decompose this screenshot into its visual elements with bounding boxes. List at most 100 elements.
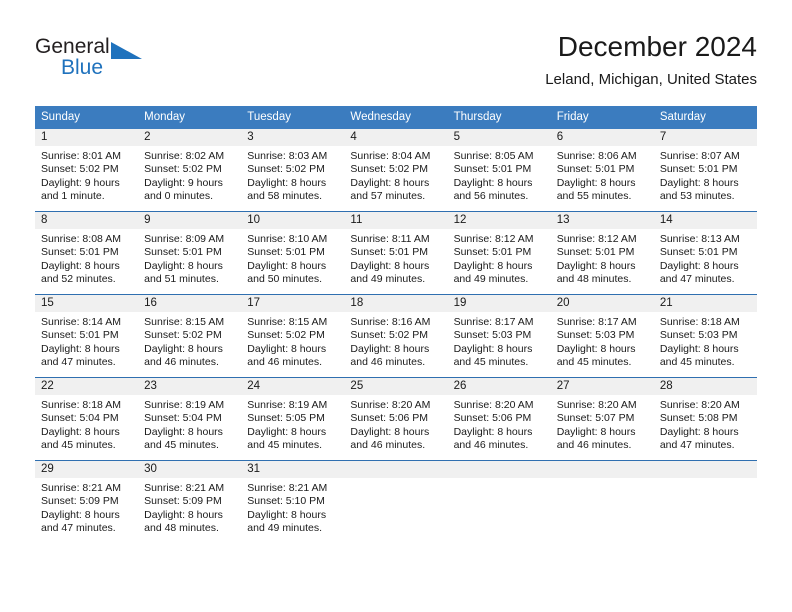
day-cell[interactable]: 16 Sunrise: 8:15 AM Sunset: 5:02 PM Dayligh… xyxy=(138,294,242,378)
sunset-text: Sunset: 5:01 PM xyxy=(453,246,532,259)
day-number: 22 xyxy=(35,378,139,395)
day-cell[interactable]: 14 Sunrise: 8:13 AM Sunset: 5:01 PM Dayligh… xyxy=(653,211,757,295)
daylight-text-line2: and 53 minutes. xyxy=(659,189,735,202)
day-details: Sunrise: 8:20 AM Sunset: 5:06 PM Daylight:… xyxy=(344,395,447,452)
day-cell[interactable]: 13 Sunrise: 8:12 AM Sunset: 5:01 PM Dayligh… xyxy=(550,211,654,295)
sunset-text: Sunset: 5:02 PM xyxy=(350,163,429,176)
daylight-text-line1: Daylight: 8 hours xyxy=(453,259,533,272)
calendar-week-row: 15 Sunrise: 8:14 AM Sunset: 5:01 PM Dayligh… xyxy=(35,294,757,378)
daylight-text-line1: Daylight: 8 hours xyxy=(453,342,533,355)
daylight-text-line1: Daylight: 8 hours xyxy=(144,508,223,521)
sunset-text: Sunset: 5:01 PM xyxy=(659,163,738,176)
weekday-header-sunday: Sunday xyxy=(35,106,139,129)
daylight-text-line2: and 47 minutes. xyxy=(41,521,116,534)
day-cell[interactable]: 1 Sunrise: 8:01 AM Sunset: 5:02 PM Daylight… xyxy=(35,129,139,212)
sunrise-text: Sunrise: 8:16 AM xyxy=(350,316,431,328)
day-cell[interactable]: 5 Sunrise: 8:05 AM Sunset: 5:01 PM Daylight… xyxy=(447,129,551,212)
day-cell[interactable]: 9 Sunrise: 8:09 AM Sunset: 5:01 PM Daylight… xyxy=(138,211,242,295)
day-cell[interactable]: 31 Sunrise: 8:21 AM Sunset: 5:10 PM Dayligh… xyxy=(241,460,345,543)
day-cell-empty xyxy=(344,460,448,543)
day-number: 3 xyxy=(241,129,345,146)
day-cell[interactable]: 10 Sunrise: 8:10 AM Sunset: 5:01 PM Dayligh… xyxy=(241,211,345,295)
day-cell[interactable]: 11 Sunrise: 8:11 AM Sunset: 5:01 PM Dayligh… xyxy=(344,211,448,295)
day-number: 13 xyxy=(550,212,654,229)
sunrise-text: Sunrise: 8:04 AM xyxy=(350,150,431,162)
day-number: 24 xyxy=(241,378,345,395)
day-cell-inner: 28 Sunrise: 8:20 AM Sunset: 5:08 PM Dayligh… xyxy=(653,378,757,460)
sunset-text: Sunset: 5:02 PM xyxy=(247,163,325,176)
weekday-header-friday: Friday xyxy=(550,106,654,129)
day-cell[interactable]: 20 Sunrise: 8:17 AM Sunset: 5:03 PM Dayligh… xyxy=(550,294,654,378)
day-cell-inner: 24 Sunrise: 8:19 AM Sunset: 5:05 PM Dayligh… xyxy=(241,378,345,460)
sunset-text: Sunset: 5:01 PM xyxy=(41,329,119,342)
brand-logo[interactable]: General Blue xyxy=(35,35,155,83)
day-cell[interactable]: 23 Sunrise: 8:19 AM Sunset: 5:04 PM Dayligh… xyxy=(138,377,242,461)
sunset-text: Sunset: 5:08 PM xyxy=(659,412,738,425)
sunrise-text: Sunrise: 8:19 AM xyxy=(144,399,225,411)
day-details: Sunrise: 8:07 AM Sunset: 5:01 PM Daylight:… xyxy=(654,146,757,203)
daylight-text-line1: Daylight: 8 hours xyxy=(453,425,533,438)
daylight-text-line1: Daylight: 8 hours xyxy=(556,176,636,189)
day-cell[interactable]: 6 Sunrise: 8:06 AM Sunset: 5:01 PM Daylight… xyxy=(550,129,654,212)
sunset-text: Sunset: 5:01 PM xyxy=(41,246,119,259)
daylight-text-line2: and 0 minutes. xyxy=(144,189,214,202)
day-cell-inner: 31 Sunrise: 8:21 AM Sunset: 5:10 PM Dayligh… xyxy=(241,461,345,543)
day-cell[interactable]: 30 Sunrise: 8:21 AM Sunset: 5:09 PM Dayligh… xyxy=(138,460,242,543)
daylight-text-line2: and 52 minutes. xyxy=(41,272,116,285)
day-number: 9 xyxy=(138,212,242,229)
day-cell-inner xyxy=(344,461,448,543)
day-cell-inner: 16 Sunrise: 8:15 AM Sunset: 5:02 PM Dayligh… xyxy=(138,295,242,377)
day-cell[interactable]: 25 Sunrise: 8:20 AM Sunset: 5:06 PM Dayligh… xyxy=(344,377,448,461)
day-cell[interactable]: 3 Sunrise: 8:03 AM Sunset: 5:02 PM Daylight… xyxy=(241,129,345,212)
day-cell[interactable]: 8 Sunrise: 8:08 AM Sunset: 5:01 PM Daylight… xyxy=(35,211,139,295)
day-details: Sunrise: 8:03 AM Sunset: 5:02 PM Daylight:… xyxy=(241,146,344,203)
day-cell[interactable]: 22 Sunrise: 8:18 AM Sunset: 5:04 PM Dayligh… xyxy=(35,377,139,461)
day-details: Sunrise: 8:13 AM Sunset: 5:01 PM Daylight:… xyxy=(654,229,757,286)
page-subtitle: Leland, Michigan, United States xyxy=(545,71,757,88)
day-cell[interactable]: 29 Sunrise: 8:21 AM Sunset: 5:09 PM Dayligh… xyxy=(35,460,139,543)
day-details: Sunrise: 8:14 AM Sunset: 5:01 PM Daylight:… xyxy=(35,312,138,369)
day-cell-inner: 22 Sunrise: 8:18 AM Sunset: 5:04 PM Dayligh… xyxy=(35,378,139,460)
sunset-text: Sunset: 5:01 PM xyxy=(556,163,635,176)
day-cell[interactable]: 19 Sunrise: 8:17 AM Sunset: 5:03 PM Dayligh… xyxy=(447,294,551,378)
day-details: Sunrise: 8:17 AM Sunset: 5:03 PM Daylight:… xyxy=(551,312,654,369)
day-cell[interactable]: 2 Sunrise: 8:02 AM Sunset: 5:02 PM Daylight… xyxy=(138,129,242,212)
day-details: Sunrise: 8:19 AM Sunset: 5:04 PM Daylight:… xyxy=(138,395,241,452)
day-cell[interactable]: 15 Sunrise: 8:14 AM Sunset: 5:01 PM Dayligh… xyxy=(35,294,139,378)
brand-name-bottom: Blue xyxy=(61,56,104,79)
day-number: 31 xyxy=(241,461,345,478)
day-cell-inner: 27 Sunrise: 8:20 AM Sunset: 5:07 PM Dayligh… xyxy=(550,378,654,460)
sunset-text: Sunset: 5:09 PM xyxy=(41,495,119,508)
day-details: Sunrise: 8:10 AM Sunset: 5:01 PM Daylight:… xyxy=(241,229,344,286)
day-number: 18 xyxy=(344,295,448,312)
daylight-text-line2: and 45 minutes. xyxy=(556,355,632,368)
day-cell[interactable]: 27 Sunrise: 8:20 AM Sunset: 5:07 PM Dayligh… xyxy=(550,377,654,461)
day-cell[interactable]: 24 Sunrise: 8:19 AM Sunset: 5:05 PM Dayligh… xyxy=(241,377,345,461)
day-number xyxy=(550,461,654,478)
sunrise-text: Sunrise: 8:20 AM xyxy=(556,399,637,411)
day-details: Sunrise: 8:08 AM Sunset: 5:01 PM Daylight:… xyxy=(35,229,138,286)
daylight-text-line1: Daylight: 8 hours xyxy=(453,176,533,189)
sunrise-text: Sunrise: 8:03 AM xyxy=(247,150,328,162)
daylight-text-line1: Daylight: 9 hours xyxy=(144,176,223,189)
daylight-text-line2: and 45 minutes. xyxy=(659,355,735,368)
day-cell-inner: 11 Sunrise: 8:11 AM Sunset: 5:01 PM Dayligh… xyxy=(344,212,448,294)
day-cell[interactable]: 17 Sunrise: 8:15 AM Sunset: 5:02 PM Dayligh… xyxy=(241,294,345,378)
day-number: 26 xyxy=(447,378,551,395)
daylight-text-line2: and 46 minutes. xyxy=(453,438,529,451)
day-cell[interactable]: 18 Sunrise: 8:16 AM Sunset: 5:02 PM Dayligh… xyxy=(344,294,448,378)
sunset-text: Sunset: 5:02 PM xyxy=(350,329,429,342)
day-cell-inner: 19 Sunrise: 8:17 AM Sunset: 5:03 PM Dayligh… xyxy=(447,295,551,377)
daylight-text-line1: Daylight: 8 hours xyxy=(41,508,120,521)
day-cell[interactable]: 26 Sunrise: 8:20 AM Sunset: 5:06 PM Dayligh… xyxy=(447,377,551,461)
day-cell[interactable]: 28 Sunrise: 8:20 AM Sunset: 5:08 PM Dayligh… xyxy=(653,377,757,461)
day-cell[interactable]: 7 Sunrise: 8:07 AM Sunset: 5:01 PM Daylight… xyxy=(653,129,757,212)
day-cell[interactable]: 4 Sunrise: 8:04 AM Sunset: 5:02 PM Daylight… xyxy=(344,129,448,212)
day-cell[interactable]: 21 Sunrise: 8:18 AM Sunset: 5:03 PM Dayligh… xyxy=(653,294,757,378)
day-number: 10 xyxy=(241,212,345,229)
sunset-text: Sunset: 5:06 PM xyxy=(453,412,532,425)
daylight-text-line2: and 49 minutes. xyxy=(350,272,426,285)
day-cell[interactable]: 12 Sunrise: 8:12 AM Sunset: 5:01 PM Dayligh… xyxy=(447,211,551,295)
day-number: 30 xyxy=(138,461,242,478)
day-details: Sunrise: 8:15 AM Sunset: 5:02 PM Daylight:… xyxy=(138,312,241,369)
